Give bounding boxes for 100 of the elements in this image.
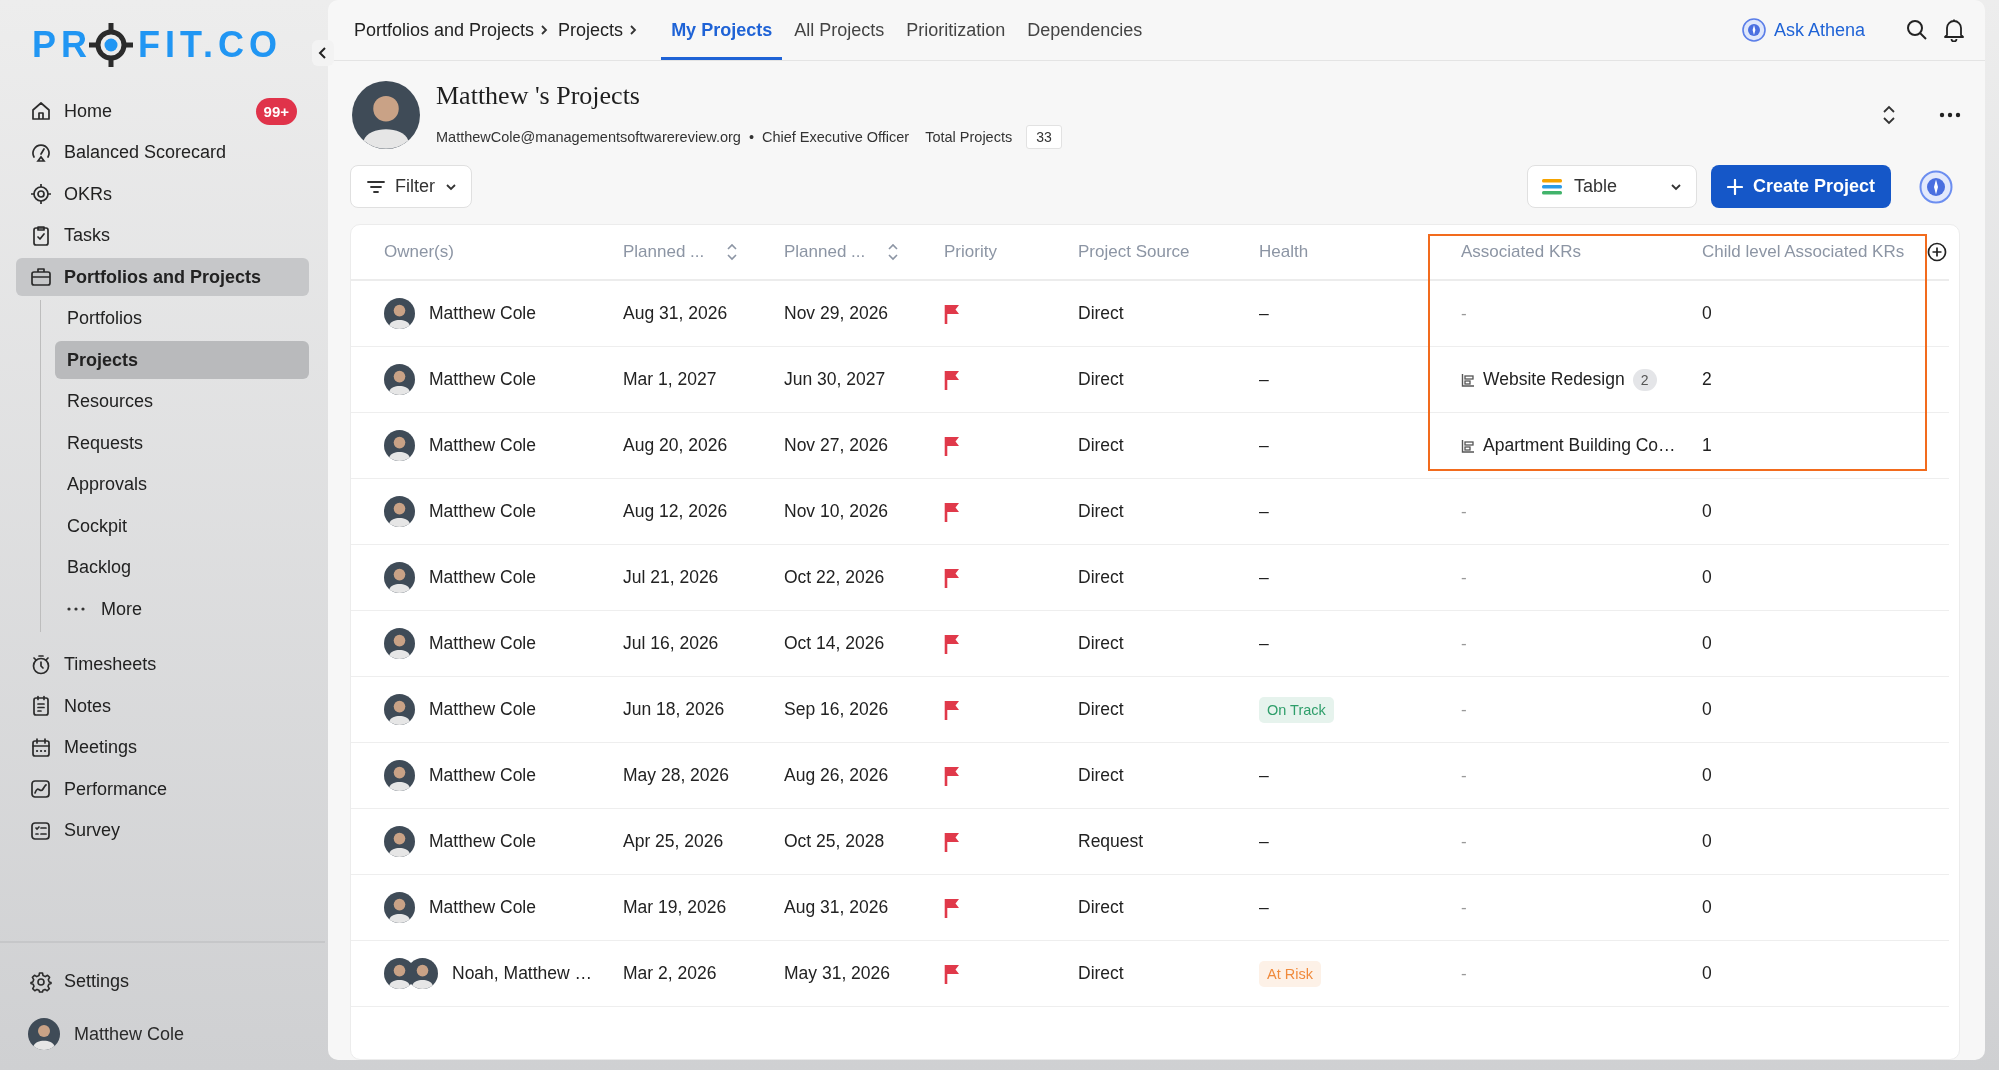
avatar (352, 81, 420, 149)
create-project-button[interactable]: Create Project (1710, 165, 1891, 208)
collapse-button[interactable] (312, 40, 334, 66)
nav-subitem[interactable]: Requests (55, 424, 309, 462)
end-date: Aug 31, 2026 (784, 897, 889, 918)
avatar (384, 826, 415, 857)
nav-subitem[interactable]: Cockpit (55, 507, 309, 545)
project-source: Request (1078, 831, 1144, 852)
avatar (384, 430, 415, 461)
key-result-link[interactable]: Website Redesign (1483, 369, 1625, 390)
start-date: Aug 12, 2026 (623, 501, 728, 522)
nav-subitem[interactable]: Portfolios (55, 299, 309, 338)
view-dropdown[interactable]: Table (1526, 165, 1697, 208)
owner-name: Matthew Cole (429, 831, 536, 852)
nav-item[interactable]: Home 99+ (16, 92, 309, 130)
breadcrumb-link[interactable]: Portfolios and Projects (354, 19, 535, 41)
owner-name: Matthew Cole (429, 699, 536, 720)
nav-item[interactable]: Survey (16, 811, 309, 850)
checklist-icon (30, 819, 52, 842)
child-kr-count: 2 (1702, 369, 1712, 390)
project-source: Direct (1078, 699, 1124, 720)
chevron-right-icon (629, 24, 638, 36)
nav-item[interactable]: Timesheets (16, 645, 309, 684)
start-date: Aug 31, 2026 (623, 303, 728, 324)
nav-item[interactable]: Balanced Scorecard (16, 133, 309, 172)
project-source: Direct (1078, 633, 1124, 654)
owner-name: Matthew Cole (429, 501, 536, 522)
expand-button[interactable] (1881, 103, 1897, 127)
athena-button[interactable] (1919, 169, 1953, 204)
nav-item[interactable]: Tasks (16, 216, 309, 255)
key-result-link[interactable]: Apartment Building Co… (1483, 435, 1676, 456)
owner-name: Matthew Cole (429, 435, 536, 456)
column-header: Priority (944, 242, 997, 262)
nav-item[interactable]: Notes (16, 687, 309, 725)
nav-subitem[interactable]: Projects (55, 341, 309, 379)
home-icon (30, 100, 52, 122)
search-button[interactable] (1905, 18, 1929, 42)
more-icon (1939, 112, 1961, 118)
avatar (28, 1018, 60, 1050)
start-date: Aug 20, 2026 (623, 435, 728, 456)
avatar (384, 694, 415, 725)
column-header: Planned ... (784, 242, 866, 262)
owner-name: Matthew Cole (429, 897, 536, 918)
child-kr-count: 0 (1702, 567, 1712, 588)
column-header: Associated KRs (1461, 242, 1581, 262)
avatar (384, 628, 415, 659)
tab[interactable]: Prioritization (896, 0, 1016, 60)
total-label: Total Projects (925, 129, 1013, 145)
end-date: Nov 10, 2026 (784, 501, 889, 522)
project-source: Direct (1078, 369, 1124, 390)
child-kr-count: 0 (1702, 633, 1712, 654)
more-icon (67, 607, 85, 611)
target-logo-icon (88, 22, 134, 68)
notepad-icon (30, 695, 52, 717)
column-header: Child level Associated KRs (1702, 242, 1905, 262)
health-empty: – (1259, 435, 1269, 456)
project-source: Direct (1078, 501, 1124, 522)
nav-subitem[interactable]: Resources (55, 382, 309, 421)
start-date: Jul 16, 2026 (623, 633, 719, 654)
filter-button[interactable]: Filter (350, 165, 472, 208)
kr-empty: - (1461, 699, 1467, 720)
caret-icon (445, 182, 457, 191)
sort-icon[interactable] (726, 243, 739, 261)
end-date: Nov 27, 2026 (784, 435, 889, 456)
compass-icon (1741, 18, 1766, 42)
sort-icon[interactable] (887, 243, 900, 261)
settings-item[interactable]: Settings (16, 962, 309, 1001)
notifications-button[interactable] (1943, 18, 1965, 42)
nav-subitem[interactable]: Backlog (55, 548, 309, 587)
more-button[interactable] (1939, 112, 1961, 118)
health-empty: – (1259, 303, 1269, 324)
job-title: Chief Executive Officer (761, 129, 910, 145)
compass-icon (1919, 169, 1953, 204)
kr-empty: - (1461, 765, 1467, 786)
clipboard-check-icon (30, 224, 52, 247)
logo-text: FIT.CO (138, 24, 282, 66)
column-header: Health (1259, 242, 1309, 262)
nav-subitem[interactable]: Approvals (55, 465, 309, 504)
tab[interactable]: My Projects (661, 0, 783, 60)
start-date: Apr 25, 2026 (623, 831, 724, 852)
notification-badge: 99+ (255, 97, 297, 125)
health-empty: – (1259, 501, 1269, 522)
avatar (384, 760, 415, 791)
project-source: Direct (1078, 963, 1124, 984)
more-item[interactable]: More (55, 590, 309, 628)
health-empty: – (1259, 567, 1269, 588)
ask-athena-button[interactable]: Ask Athena (1735, 17, 1871, 43)
nav-item[interactable]: OKRs (16, 175, 309, 213)
total-count: 33 (1026, 125, 1062, 149)
tab[interactable]: Dependencies (1017, 0, 1153, 60)
end-date: Aug 26, 2026 (784, 765, 889, 786)
breadcrumb-link[interactable]: Projects (558, 19, 624, 41)
tab[interactable]: All Projects (784, 0, 895, 60)
health-empty: – (1259, 897, 1269, 918)
owner-name: Matthew Cole (429, 765, 536, 786)
nav-item[interactable]: Portfolios and Projects (16, 258, 309, 296)
end-date: Oct 22, 2026 (784, 567, 885, 588)
page-title: Matthew 's Projects (436, 81, 641, 111)
nav-item[interactable]: Meetings (16, 728, 309, 767)
nav-item[interactable]: Performance (16, 770, 309, 808)
